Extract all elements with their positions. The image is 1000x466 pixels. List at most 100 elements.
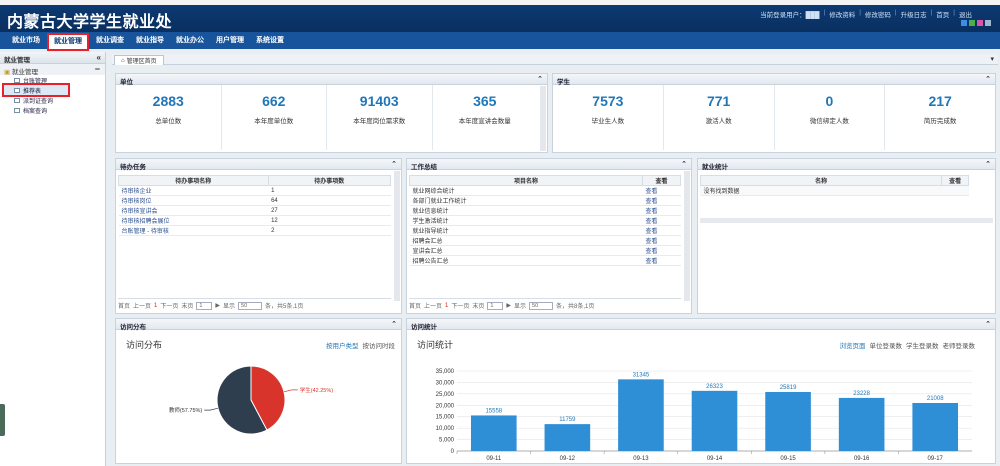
tab-dashboard[interactable]: ⌂ 管理区首页 (114, 55, 164, 65)
logout-link[interactable]: 退出 (959, 9, 972, 19)
skin-green-icon[interactable] (969, 20, 975, 26)
panel-header: 学生 ⌃ (553, 74, 995, 86)
tab-bar: ⌂ 管理区首页 ▾ (112, 54, 998, 65)
skin-gray-icon[interactable] (985, 20, 991, 26)
bar-value-label: 23228 (853, 391, 870, 397)
site-title: 内蒙古大学学生就业处 (7, 12, 173, 31)
chart-filter-links: 按用户类型 按访问时段 (326, 340, 395, 350)
table-row: 就业信息统计 查看 (409, 205, 681, 216)
panel-header: 访问分布 ⌃ (116, 319, 401, 331)
y-tick-label: 15,000 (436, 415, 455, 421)
x-tick-label: 09-13 (633, 456, 649, 462)
page-size-select[interactable]: 50 (238, 301, 263, 310)
table-row: 各部门就业工作统计 查看 (409, 195, 681, 206)
pager: 首页 上一页 1 下一页 末页 1 ▶ 显示 50 条，共8条,1页 (409, 298, 681, 311)
table-row[interactable]: 待审核宣讲会 27 (118, 205, 391, 216)
tab-scroll-icon[interactable]: ▾ (990, 55, 994, 63)
collapse-icon[interactable]: ⌃ (391, 160, 397, 168)
page-size-select[interactable]: 50 (529, 301, 554, 310)
pager-prev[interactable]: 上一页 (133, 301, 151, 310)
collapse-icon[interactable]: ⌃ (537, 75, 543, 83)
collapse-icon[interactable]: ⌃ (985, 75, 991, 83)
minus-icon[interactable]: − (95, 64, 100, 74)
by-user-type-link[interactable]: 按用户类型 (326, 340, 359, 350)
table-icon (14, 98, 20, 103)
panel-header: 待办任务 ⌃ (116, 159, 401, 171)
collapse-icon[interactable]: ⌃ (391, 320, 397, 328)
sidebar-item-dispatch[interactable]: 派到证查询 (0, 95, 105, 105)
side-handle[interactable] (0, 404, 5, 436)
nav-item-users[interactable]: 用户管理 (211, 34, 249, 48)
pager-next[interactable]: 下一页 (451, 301, 469, 310)
nav-item-guidance[interactable]: 就业指导 (131, 34, 169, 48)
nav-item-management[interactable]: 就业管理 (47, 32, 89, 51)
sidebar-item-archive[interactable]: 档案查询 (0, 105, 105, 115)
pager-first[interactable]: 首页 (409, 301, 421, 310)
y-tick-label: 5,000 (439, 438, 455, 444)
table-row: 招聘会汇总 查看 (409, 235, 681, 246)
bar-09-17[interactable] (912, 402, 959, 451)
change-password-link[interactable]: 修改密码 (865, 9, 891, 19)
by-time-link[interactable]: 按访问时段 (363, 340, 396, 350)
table-row: 就业网综合统计 查看 (409, 185, 681, 196)
pager-page-input[interactable]: 1 (487, 301, 504, 310)
y-tick-label: 35,000 (436, 369, 455, 375)
home-link[interactable]: 首页 (936, 9, 949, 19)
stat-resumes: 217 简历完成数 (923, 93, 957, 125)
current-user-label: 当前登录用户：███ (760, 12, 820, 19)
skin-blue-icon[interactable] (961, 20, 967, 26)
bar-09-11[interactable] (470, 415, 517, 451)
collapse-icon[interactable]: ⌃ (681, 160, 687, 168)
sidebar-group[interactable]: ▣ 就业管理 − (0, 64, 105, 76)
sidebar-item-ledger[interactable]: 台账管理 (0, 75, 105, 85)
pager-current: 1 (445, 302, 449, 309)
nav-item-office[interactable]: 就业办公 (171, 34, 209, 48)
bar-value-label: 31345 (633, 372, 650, 378)
pager-next[interactable]: 下一页 (160, 301, 178, 310)
bar-value-label: 26323 (706, 384, 723, 390)
nav-item-survey[interactable]: 就业调查 (91, 34, 129, 48)
pager-first[interactable]: 首页 (118, 301, 130, 310)
bar-09-14[interactable] (691, 390, 738, 451)
bar-09-15[interactable] (765, 391, 811, 451)
sidebar-title: 就业管理 « (0, 52, 105, 64)
student-panel: 学生 ⌃ 7573 毕业生人数 771 激活人数 0 微信绑定人数 217 简历完成数 (552, 73, 996, 153)
table-row[interactable]: 待审核招聘会展位 12 (118, 215, 391, 226)
stat-total-units: 2883 总单位数 (116, 85, 222, 150)
nav-item-settings[interactable]: 系统设置 (251, 34, 289, 48)
scrollbar[interactable] (394, 171, 400, 301)
empty-message: 没有找到数据 (700, 185, 969, 196)
visit-distribution-panel: 访问分布 ⌃ 访问分布 按用户类型 按访问时段 学生(42.25%) 教师(57.7… (115, 318, 402, 464)
go-icon[interactable]: ▶ (215, 302, 220, 309)
collapse-icon[interactable]: ⌃ (985, 320, 991, 328)
table-row[interactable]: 待审核企业 1 (118, 185, 391, 196)
pager-last[interactable]: 末页 (181, 301, 193, 310)
scrollbar[interactable] (540, 86, 546, 151)
sidebar-item-recommend[interactable]: 推荐表 (2, 83, 70, 97)
work-table: 项目名称 查看 就业网综合统计 查看 各部门就业工作统计 查看 就业信息统计 查看 学生… (408, 175, 681, 266)
x-tick-label: 09-14 (707, 456, 723, 462)
scrollbar[interactable] (684, 171, 690, 301)
edit-profile-link[interactable]: 修改资料 (829, 9, 855, 19)
bar-09-13[interactable] (618, 379, 664, 451)
table-row[interactable]: 待审核岗位 64 (118, 195, 391, 206)
scrollbar[interactable] (700, 218, 993, 223)
nav-item-market[interactable]: 就业市场 (7, 34, 45, 48)
bar-09-16[interactable] (838, 397, 885, 451)
pie-label-0: 学生(42.25%) (300, 386, 333, 394)
x-tick-label: 09-11 (486, 456, 502, 462)
collapse-left-icon[interactable]: « (97, 53, 101, 62)
panel-header: 单位 ⌃ (116, 74, 547, 86)
pager-last[interactable]: 末页 (472, 301, 484, 310)
changelog-link[interactable]: 升级日志 (901, 9, 927, 19)
skin-pink-icon[interactable] (977, 20, 983, 26)
bar-09-12[interactable] (544, 424, 591, 451)
stat-wechat: 0 微信绑定人数 (775, 85, 886, 150)
collapse-icon[interactable]: ⌃ (985, 160, 991, 168)
table-icon (14, 108, 20, 113)
table-row[interactable]: 台账管理 - 待审核 2 (118, 225, 391, 236)
pager-prev[interactable]: 上一页 (424, 301, 442, 310)
bar-chart: 0 5,000 10,000 15,000 20,000 25,000 30,000 35,0… (436, 369, 972, 462)
pager-page-input[interactable]: 1 (196, 301, 213, 310)
go-icon[interactable]: ▶ (506, 302, 511, 309)
